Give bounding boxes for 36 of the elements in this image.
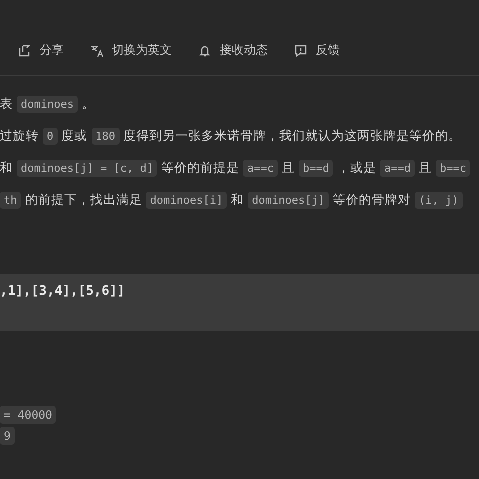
- translate-icon: [90, 44, 104, 58]
- inline-code: 0: [43, 128, 58, 144]
- description-text: 和: [0, 160, 13, 176]
- inline-code: 180: [92, 128, 120, 144]
- inline-code: (i, j): [414, 192, 463, 208]
- description-text: 和: [231, 192, 244, 208]
- share-icon: [18, 44, 32, 58]
- description-text: 等价的前提是: [161, 160, 240, 176]
- description-text: 的前提下，找出满足: [25, 192, 142, 208]
- toolbar-button[interactable]: 切换为英文: [90, 42, 172, 59]
- inline-code: dominoes[j] = [c, d]: [17, 160, 158, 176]
- inline-code: dominoes[j]: [248, 192, 329, 208]
- description-text: 过旋转: [0, 128, 39, 144]
- description-text: 表: [0, 96, 13, 112]
- constraint-code: = 40000: [0, 406, 56, 424]
- inline-code: b==d: [298, 160, 334, 176]
- description-text: 。: [82, 96, 95, 112]
- inline-code: dominoes: [17, 96, 78, 112]
- description-text: 等价的骨牌对: [332, 192, 411, 208]
- inline-code: th: [0, 192, 22, 208]
- example-input-code: ,1],[3,4],[5,6]]: [0, 274, 479, 331]
- toolbar-button[interactable]: 接收动态: [198, 42, 268, 59]
- inline-code: a==d: [380, 160, 415, 176]
- inline-code: a==c: [243, 160, 278, 176]
- description-text: 且: [282, 160, 295, 176]
- description-text: 度或: [62, 128, 88, 144]
- inline-code: b==c: [436, 160, 470, 176]
- inline-code: dominoes[i]: [146, 192, 228, 208]
- toolbar-button[interactable]: 分享: [18, 42, 64, 59]
- description-text: 且: [418, 160, 432, 176]
- bell-icon: [198, 44, 212, 58]
- description-text: ，或是: [337, 160, 376, 176]
- toolbar-button[interactable]: 反馈: [294, 42, 340, 59]
- constraint-code: 9: [0, 427, 15, 445]
- description-text: 度得到另一张多米诺骨牌，我们就认为这两张牌是等价的。: [124, 128, 462, 144]
- speech-bubble-icon: [294, 44, 308, 58]
